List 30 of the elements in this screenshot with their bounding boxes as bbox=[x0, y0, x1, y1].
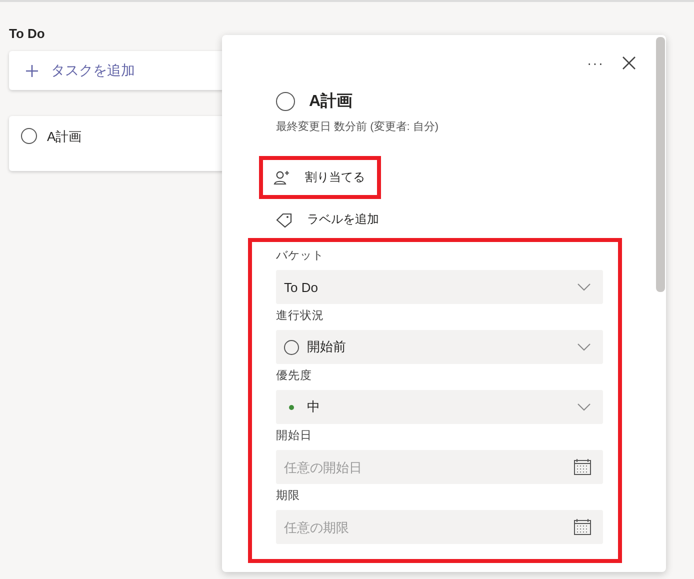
assign-button[interactable]: 割り当てる bbox=[263, 169, 365, 186]
modified-text: 最終変更日 数分前 (変更者: 自分) bbox=[276, 120, 440, 134]
field-label: 期限 bbox=[276, 488, 301, 504]
bucket-title: To Do bbox=[9, 26, 46, 41]
calendar-icon bbox=[574, 459, 591, 475]
date-field[interactable]: 任意の開始日 bbox=[276, 450, 603, 484]
task-checkbox[interactable] bbox=[21, 128, 37, 144]
chevron-down-icon bbox=[577, 283, 591, 291]
complete-checkbox[interactable] bbox=[276, 92, 295, 111]
scrollbar[interactable] bbox=[656, 37, 665, 292]
plus-icon bbox=[25, 64, 39, 78]
field-label: バケット bbox=[276, 249, 325, 264]
status-circle-icon bbox=[284, 340, 299, 354]
calendar-icon bbox=[574, 519, 591, 535]
field-label: 進行状況 bbox=[276, 308, 325, 324]
dropdown-field[interactable]: 中 bbox=[276, 390, 603, 424]
add-label-button[interactable]: ラベルを追加 bbox=[265, 211, 379, 228]
add-person-icon bbox=[273, 170, 291, 186]
dropdown-field[interactable]: 開始前 bbox=[276, 330, 603, 364]
chevron-down-icon bbox=[577, 343, 591, 351]
task-title: A計画 bbox=[47, 128, 82, 146]
close-icon[interactable] bbox=[622, 56, 636, 70]
chevron-down-icon bbox=[577, 403, 591, 411]
more-button[interactable]: ··· bbox=[587, 55, 604, 71]
field-label: 開始日 bbox=[276, 429, 313, 444]
task-title: A計画 bbox=[309, 91, 353, 112]
field-label: 優先度 bbox=[276, 368, 313, 384]
date-field[interactable]: 任意の期限 bbox=[276, 510, 603, 544]
dropdown-field[interactable]: To Do bbox=[276, 270, 603, 304]
tag-icon bbox=[275, 212, 293, 228]
